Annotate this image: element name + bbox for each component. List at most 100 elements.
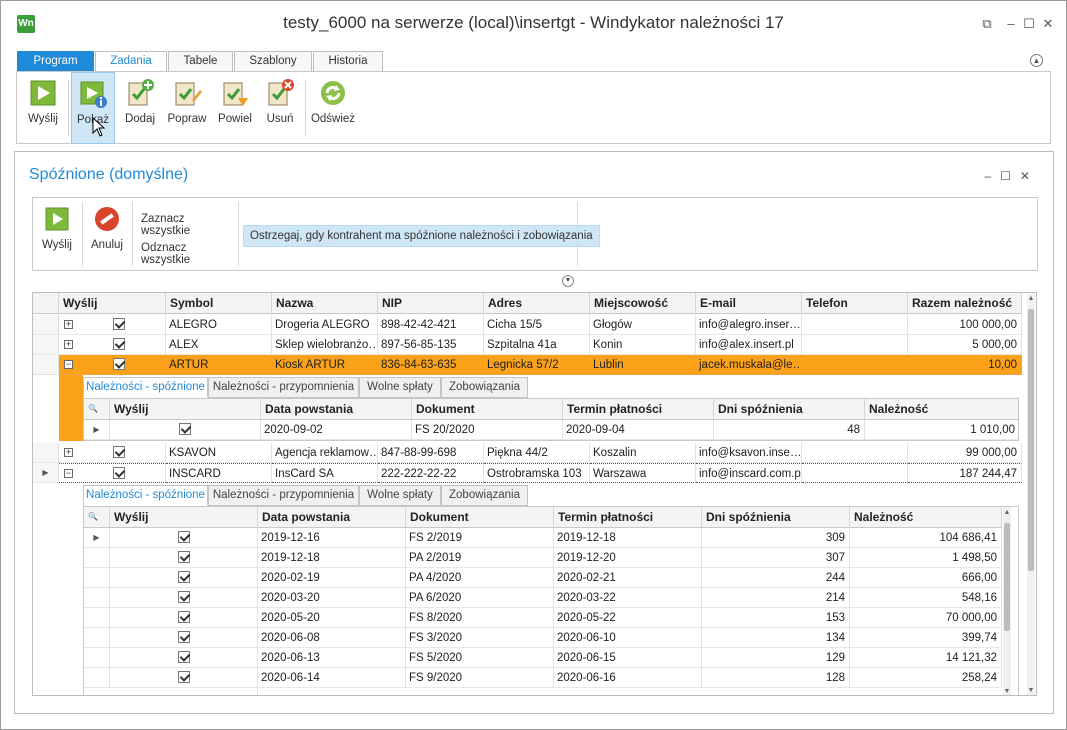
send-checkbox[interactable] [113, 337, 125, 350]
cell-phone [802, 355, 908, 375]
sub-header-document[interactable]: Dokument [406, 507, 554, 528]
cell-date: 2020-06-14 [258, 668, 406, 688]
sub-header-days[interactable]: Dni spóźnienia [702, 507, 850, 528]
minimize-icon[interactable]: – [1001, 14, 1021, 34]
cell-days: 48 [714, 420, 865, 440]
maximize-icon[interactable]: ☐ [1019, 14, 1039, 34]
duplicate-button[interactable]: Powiel [215, 72, 255, 144]
tab-overdue[interactable]: Należności - spóźnione [83, 485, 208, 506]
sub-header-amount[interactable]: Należność [850, 507, 1002, 528]
tab-reminders[interactable]: Należności - przypomnienia [208, 377, 359, 398]
sub-header-send[interactable]: Wyślij [110, 399, 261, 420]
tab-reminders[interactable]: Należności - przypomnienia [208, 485, 359, 506]
warn-option-toggle[interactable]: Ostrzegaj, gdy kontrahent ma spóźnione n… [243, 225, 600, 247]
sub-header-days[interactable]: Dni spóźnienia [714, 399, 865, 420]
refresh-button[interactable]: Odśwież [310, 72, 356, 144]
grid-header-nip[interactable]: NIP [378, 293, 484, 314]
grid-header-address[interactable]: Adres [484, 293, 590, 314]
grid-header-email[interactable]: E-mail [696, 293, 802, 314]
grid-scroll-thumb[interactable] [1028, 309, 1034, 571]
collapse-row-icon[interactable]: − [64, 469, 73, 479]
grid-header-symbol[interactable]: Symbol [166, 293, 272, 314]
grid-header-name[interactable]: Nazwa [272, 293, 378, 314]
cell-nip: 222-222-22-22 [378, 463, 484, 483]
send-checkbox[interactable] [177, 590, 190, 603]
panel-send-button[interactable]: Wyślij [37, 198, 77, 270]
detail-scroll-thumb[interactable] [1004, 523, 1010, 631]
edit-button[interactable]: Popraw [165, 72, 209, 144]
expand-toolbar-icon[interactable]: ▼ [562, 275, 574, 287]
cell-send[interactable] [110, 528, 258, 548]
cancel-button[interactable]: Anuluj [86, 198, 128, 270]
sub-header-date[interactable]: Data powstania [258, 507, 406, 528]
cell-send[interactable] [110, 648, 258, 668]
send-checkbox[interactable] [113, 466, 125, 479]
send-checkbox[interactable] [177, 530, 190, 543]
row-indicator [84, 588, 110, 608]
tab-free-payments[interactable]: Wolne spłaty [359, 377, 441, 398]
detail-scrollbar[interactable]: ▲ ▼ [1003, 507, 1011, 695]
delete-button[interactable]: Usuń [261, 72, 299, 144]
cell-send[interactable] [110, 628, 258, 648]
cell-email: jacek.muskala@le… [696, 355, 802, 375]
grid-header-phone[interactable]: Telefon [802, 293, 908, 314]
expand-row-icon[interactable]: + [64, 448, 73, 458]
cell-date: 2019-12-16 [258, 528, 406, 548]
tab-historia[interactable]: Historia [313, 51, 383, 72]
sub-header-due[interactable]: Termin płatności [554, 507, 702, 528]
send-checkbox[interactable] [179, 422, 191, 435]
sub-header-date[interactable]: Data powstania [261, 399, 412, 420]
tab-szablony[interactable]: Szablony [234, 51, 312, 72]
sub-header-due[interactable]: Termin płatności [563, 399, 714, 420]
expand-row-icon[interactable]: + [64, 320, 73, 330]
grid-scrollbar[interactable]: ▲ ▼ [1027, 293, 1035, 695]
cell-days: 128 [702, 668, 850, 688]
sub-header-send[interactable]: Wyślij [110, 507, 258, 528]
tab-free-payments[interactable]: Wolne spłaty [359, 485, 441, 506]
tab-zadania[interactable]: Zadania [95, 51, 167, 73]
send-checkbox[interactable] [177, 630, 190, 643]
send-checkbox[interactable] [113, 357, 125, 370]
cell-email: info@ksavon.inse… [696, 443, 802, 463]
select-all-button[interactable]: Zaznacz wszystkie [141, 213, 235, 237]
cell-address: Ostrobramska 103 [484, 463, 590, 483]
overdue-panel: Spóźnione (domyślne) –☐✕ Wyślij Anuluj Z… [14, 151, 1054, 714]
add-task-icon [128, 79, 154, 106]
search-icon[interactable]: 🔍 [84, 507, 110, 528]
send-checkbox[interactable] [113, 317, 125, 330]
close-icon[interactable]: ✕ [1038, 14, 1058, 34]
send-checkbox[interactable] [177, 550, 190, 563]
panel-window-buttons[interactable]: –☐✕ [985, 169, 1040, 183]
collapse-row-icon[interactable]: − [64, 360, 73, 370]
sub-header-document[interactable]: Dokument [412, 399, 563, 420]
add-button[interactable]: Dodaj [121, 72, 159, 144]
cell-send[interactable] [110, 608, 258, 628]
send-checkbox[interactable] [177, 650, 190, 663]
tab-program[interactable]: Program [17, 51, 94, 72]
grid-header-send[interactable]: Wyślij [59, 293, 166, 314]
grid-header-total[interactable]: Razem należność [908, 293, 1022, 314]
expand-row-icon[interactable]: + [64, 340, 73, 350]
send-checkbox[interactable] [177, 670, 190, 683]
restore-icon[interactable]: ⧉ [977, 14, 997, 34]
cell-send[interactable] [110, 548, 258, 568]
tab-liabilities[interactable]: Zobowiązania [441, 377, 528, 398]
search-icon[interactable]: 🔍 [84, 399, 110, 420]
tab-overdue[interactable]: Należności - spóźnione [83, 377, 208, 398]
send-checkbox[interactable] [177, 610, 190, 623]
cell-send[interactable] [110, 568, 258, 588]
deselect-all-button[interactable]: Odznacz wszystkie [141, 242, 235, 266]
cell-total: 100 000,00 [908, 315, 1022, 335]
row-indicator [84, 628, 110, 648]
send-checkbox[interactable] [177, 570, 190, 583]
tab-liabilities[interactable]: Zobowiązania [441, 485, 528, 506]
tab-tabele[interactable]: Tabele [168, 51, 233, 72]
cell-send[interactable] [110, 588, 258, 608]
send-button[interactable]: Wyślij [23, 72, 63, 144]
cell-send[interactable] [110, 668, 258, 688]
sub-header-amount[interactable]: Należność [865, 399, 1018, 420]
grid-header-city[interactable]: Miejscowość [590, 293, 696, 314]
partial-row [110, 688, 258, 695]
collapse-ribbon-icon[interactable]: ▲ [1030, 54, 1043, 67]
send-checkbox[interactable] [113, 445, 125, 458]
